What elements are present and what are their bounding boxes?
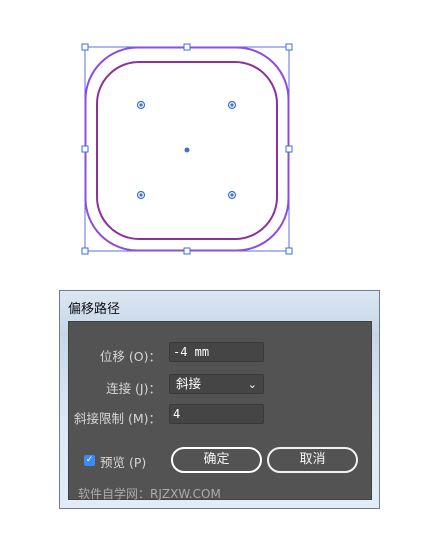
handle-top-left[interactable]	[81, 43, 89, 51]
preview-label[interactable]: 预览 (P)	[100, 452, 146, 471]
joins-select[interactable]: 斜接 ⌄	[169, 374, 264, 394]
chevron-down-icon[interactable]: ⌄	[248, 376, 257, 394]
handle-top-right[interactable]	[285, 43, 293, 51]
handle-top-center[interactable]	[183, 43, 191, 51]
center-point	[184, 147, 190, 153]
cancel-button[interactable]: 取消	[267, 447, 358, 473]
offset-label: 位移 (O)：	[99, 349, 161, 364]
miter-limit-label: 斜接限制 (M)：	[73, 411, 161, 426]
handle-bottom-left[interactable]	[81, 247, 89, 255]
joins-label: 连接 (J)：	[106, 381, 161, 396]
artboard-canvas[interactable]	[0, 0, 433, 270]
handle-bottom-center[interactable]	[183, 247, 191, 255]
handle-middle-left[interactable]	[81, 145, 89, 153]
handle-middle-right[interactable]	[285, 145, 293, 153]
ok-button[interactable]: 确定	[171, 447, 262, 473]
joins-value: 斜接	[176, 376, 202, 391]
preview-checkbox[interactable]: ✓	[84, 455, 95, 466]
miter-limit-input[interactable]: 4	[169, 404, 264, 424]
offset-path-dialog: 偏移路径 位移 (O)： -4 mm 连接 (J)： 斜接 ⌄ 斜接限制 (M)…	[59, 290, 380, 509]
handle-bottom-right[interactable]	[285, 247, 293, 255]
dialog-body: 位移 (O)： -4 mm 连接 (J)： 斜接 ⌄ 斜接限制 (M)： 4 ✓…	[68, 321, 372, 501]
dialog-title: 偏移路径	[68, 302, 121, 317]
watermark-text: 软件自学网：RJZXW.COM	[78, 487, 221, 501]
offset-input[interactable]: -4 mm	[169, 342, 264, 362]
